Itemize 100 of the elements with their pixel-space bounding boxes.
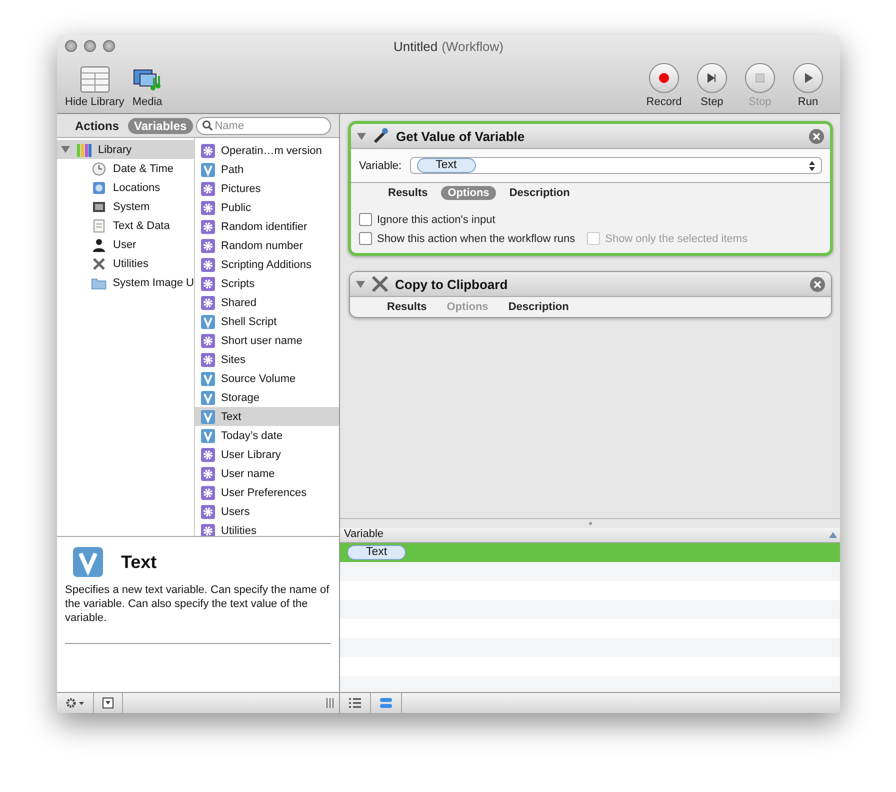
variable-item[interactable]: Today’s date xyxy=(195,426,339,445)
variable-item[interactable]: Operatin…m version xyxy=(195,141,339,160)
variable-item[interactable]: Pictures xyxy=(195,179,339,198)
window-subtitle: (Workflow) xyxy=(442,38,504,54)
window-control-icon[interactable] xyxy=(103,40,115,52)
library-item[interactable]: Library xyxy=(57,140,194,159)
variable-item[interactable]: Public xyxy=(195,198,339,217)
gear-icon xyxy=(201,200,215,214)
library-panel-icon xyxy=(80,66,110,93)
variable-token: Text xyxy=(416,158,476,173)
person-icon xyxy=(91,236,107,252)
action-title: Get Value of Variable xyxy=(396,128,526,144)
gear-icon xyxy=(201,466,215,480)
clock-icon xyxy=(91,160,107,176)
variable-item[interactable]: Utilities xyxy=(195,521,339,536)
disclosure-triangle-icon[interactable] xyxy=(61,145,70,154)
collapse-icon xyxy=(102,697,114,709)
library-tab[interactable]: Actions xyxy=(69,118,126,134)
close-icon[interactable] xyxy=(808,128,824,144)
window-title: Untitled xyxy=(394,38,438,54)
variable-item[interactable]: Random number xyxy=(195,236,339,255)
variable-icon xyxy=(73,547,103,577)
library-tab[interactable]: Variables xyxy=(128,118,193,134)
gear-icon xyxy=(201,334,215,348)
variable-item[interactable]: Users xyxy=(195,502,339,521)
description-text: Specifies a new text variable. Can specify the name of the variable. Can also specify the text value of the variable. xyxy=(65,583,331,644)
description-title: Text xyxy=(121,552,157,572)
variable-item[interactable]: Sites xyxy=(195,350,339,369)
sort-arrow-icon xyxy=(828,531,837,539)
variable-item[interactable]: Shell Script xyxy=(195,312,339,331)
variable-icon xyxy=(201,410,215,424)
tools-icon xyxy=(91,256,107,272)
option-checkbox[interactable]: Ignore this action's input xyxy=(359,213,822,226)
gear-icon xyxy=(201,448,215,462)
variable-icon xyxy=(201,428,215,442)
books-icon xyxy=(76,142,92,158)
variable-icon xyxy=(201,390,215,404)
variable-item[interactable]: Source Volume xyxy=(195,369,339,388)
variable-popup[interactable]: Text xyxy=(410,157,822,174)
window-control-icon[interactable] xyxy=(65,40,77,52)
action-tab[interactable]: Results xyxy=(381,186,435,200)
variable-item[interactable]: Storage xyxy=(195,388,339,407)
gear-icon xyxy=(201,238,215,252)
close-icon[interactable] xyxy=(810,276,825,292)
toolbar-button[interactable]: Media xyxy=(132,66,162,108)
table-row[interactable]: Text xyxy=(340,543,840,562)
library-item[interactable]: System xyxy=(57,197,194,216)
gear-icon xyxy=(201,276,215,290)
field-label: Variable: xyxy=(359,160,402,172)
gear-icon xyxy=(201,144,215,158)
action-tab[interactable]: Description xyxy=(501,300,576,314)
variable-token: Text xyxy=(347,545,406,560)
variable-item[interactable]: Path xyxy=(195,160,339,179)
gear-icon xyxy=(201,182,215,196)
library-item[interactable]: System Image U xyxy=(57,273,194,292)
variable-item[interactable]: Short user name xyxy=(195,331,339,350)
variable-icon xyxy=(201,314,215,328)
disclosure-triangle-icon[interactable] xyxy=(356,280,365,288)
stacked-bars-icon xyxy=(379,697,393,709)
library-item[interactable]: Utilities xyxy=(57,254,194,273)
library-item[interactable]: Date & Time xyxy=(57,159,194,178)
gear-icon xyxy=(201,296,215,310)
action-title: Copy to Clipboard xyxy=(395,276,509,292)
gear-icon xyxy=(201,504,215,518)
variable-item[interactable]: Shared xyxy=(195,293,339,312)
gear-icon xyxy=(65,697,85,709)
variable-item[interactable]: Random identifier xyxy=(195,217,339,236)
variable-item[interactable]: User name xyxy=(195,464,339,483)
gear-icon xyxy=(201,258,215,272)
library-item[interactable]: Text & Data xyxy=(57,216,194,235)
window-control-icon[interactable] xyxy=(84,40,96,52)
variable-item[interactable]: User Preferences xyxy=(195,483,339,502)
search-icon xyxy=(202,120,213,131)
record-icon xyxy=(656,70,672,86)
notepad-icon xyxy=(91,218,107,234)
variable-item[interactable]: Scripting Additions xyxy=(195,255,339,274)
variable-item[interactable]: Scripts xyxy=(195,274,339,293)
action-tab[interactable]: Results xyxy=(380,300,434,314)
variable-icon xyxy=(201,162,215,176)
resize-handle-icon[interactable] xyxy=(326,698,334,708)
stepper-icon xyxy=(808,160,815,170)
variable-icon xyxy=(201,372,215,386)
toolbar-button[interactable]: Hide Library xyxy=(65,66,124,108)
tools-icon xyxy=(371,275,389,293)
search-field[interactable]: Name xyxy=(196,116,331,134)
gear-icon xyxy=(201,352,215,366)
library-item[interactable]: Locations xyxy=(57,178,194,197)
splitter-handle-icon[interactable] xyxy=(588,522,592,525)
action-tab[interactable]: Options xyxy=(440,186,496,200)
action-tab[interactable]: Description xyxy=(502,186,577,200)
option-checkbox[interactable]: Show this action when the workflow runs xyxy=(359,232,576,245)
list-icon xyxy=(348,697,362,709)
variable-item[interactable]: User Library xyxy=(195,445,339,464)
gear-icon xyxy=(201,220,215,234)
variable-item[interactable]: Text xyxy=(195,407,339,426)
gear-icon xyxy=(201,524,215,536)
gear-icon xyxy=(201,486,215,500)
disclosure-triangle-icon[interactable] xyxy=(357,132,366,140)
library-item[interactable]: User xyxy=(57,235,194,254)
column-header[interactable]: Variable xyxy=(344,528,384,542)
